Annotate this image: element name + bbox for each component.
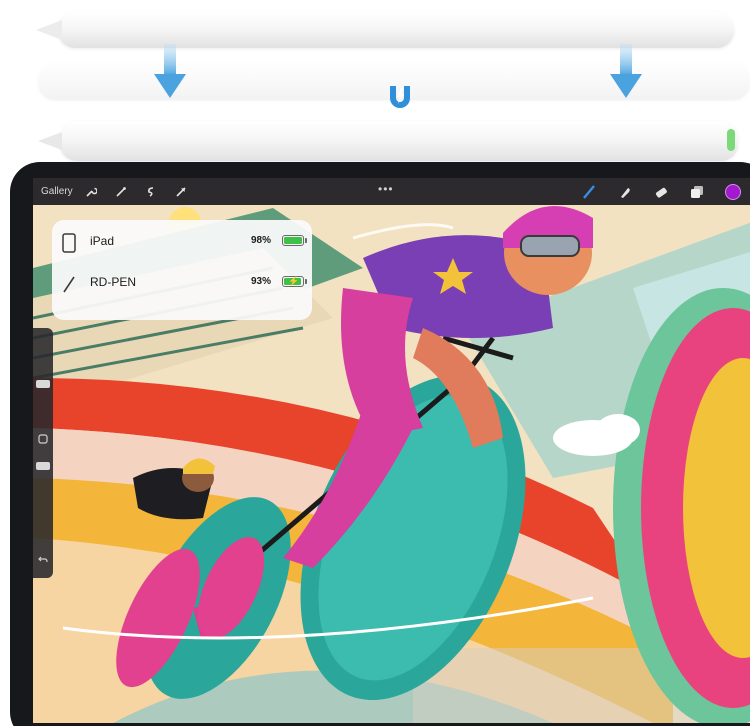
pencil-indicator-light <box>727 129 735 151</box>
color-icon[interactable] <box>724 183 742 201</box>
device-name: iPad <box>90 234 115 248</box>
app-toolbar: Gallery ••• <box>33 178 750 205</box>
undo-icon[interactable] <box>38 554 48 564</box>
down-arrow-icon <box>610 44 642 98</box>
square-icon[interactable] <box>38 434 48 444</box>
ipad-icon <box>62 233 76 253</box>
battery-icon <box>282 235 304 246</box>
brush-size-sidebar[interactable] <box>33 328 53 578</box>
down-arrow-icon <box>154 44 186 98</box>
layers-icon[interactable] <box>688 183 706 201</box>
pencil-tip-bottom <box>38 132 62 150</box>
gallery-button[interactable]: Gallery <box>41 186 73 197</box>
eraser-icon[interactable] <box>652 183 670 201</box>
right-toolbar <box>562 183 742 201</box>
pencil-icon <box>63 276 75 293</box>
battery-row-ipad: iPad 98% <box>52 225 312 265</box>
battery-cap <box>305 279 307 284</box>
stylus-pencil-attached <box>60 121 738 161</box>
selection-icon[interactable] <box>143 184 159 200</box>
magnet-icon <box>390 86 410 108</box>
smudge-icon[interactable] <box>616 183 634 201</box>
pencil-tip-top <box>36 20 62 40</box>
opacity-slider-handle[interactable] <box>36 462 50 470</box>
battery-percent: 93% <box>251 276 272 287</box>
battery-row-pen: RD-PEN 93% ⚡ <box>52 266 312 306</box>
transform-arrow-icon[interactable] <box>173 184 189 200</box>
brush-icon[interactable] <box>580 183 598 201</box>
active-color-swatch[interactable] <box>725 184 741 200</box>
menu-dots[interactable]: ••• <box>378 182 394 196</box>
battery-widget: iPad 98% RD-PEN 93% ⚡ <box>52 220 312 320</box>
device-name: RD-PEN <box>90 275 137 289</box>
brush-size-slider-handle[interactable] <box>36 380 50 388</box>
battery-percent: 98% <box>251 235 272 246</box>
magic-wand-icon[interactable] <box>113 184 129 200</box>
battery-cap <box>305 238 307 243</box>
charging-bolt-icon: ⚡ <box>288 276 300 286</box>
battery-level-fill <box>284 237 302 244</box>
wrench-icon[interactable] <box>83 184 99 200</box>
